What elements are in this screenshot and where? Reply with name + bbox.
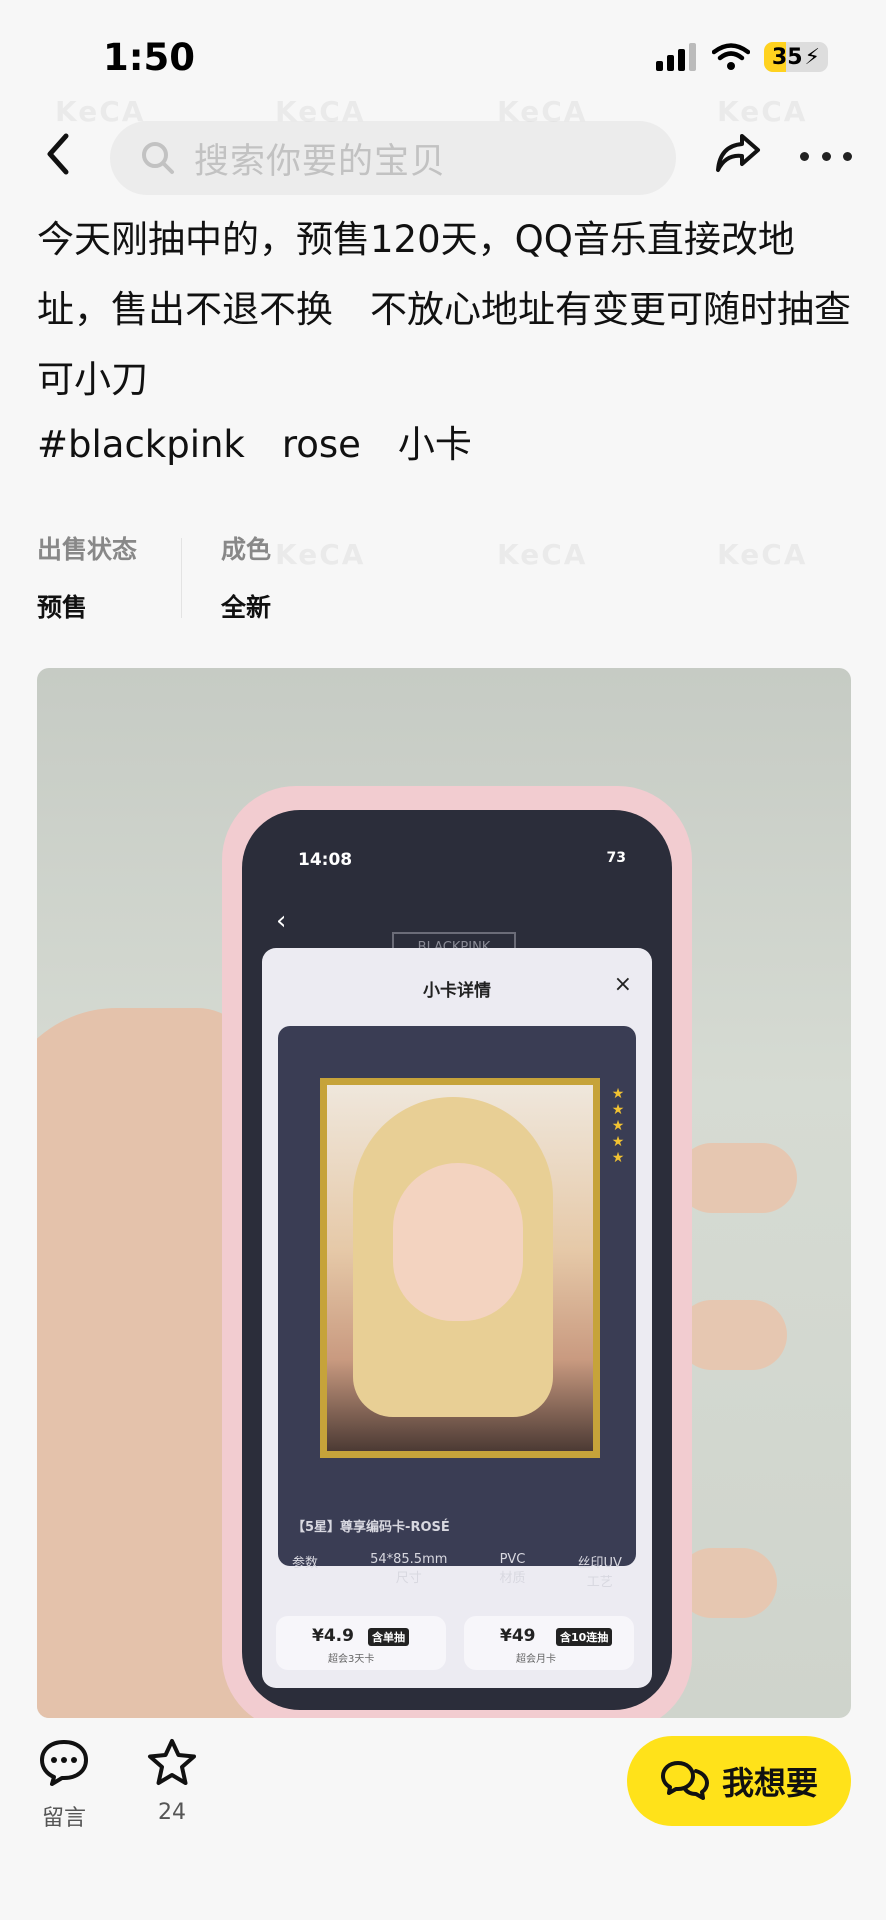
search-input[interactable]: 搜索你要的宝贝 [110, 121, 676, 195]
finger [677, 1300, 787, 1370]
post-description: 今天刚抽中的，预售120天，QQ音乐直接改地址，售出不退不换 不放心地址有变更可… [37, 218, 886, 401]
bottom-action-bar: 留言 24 我想要 [0, 1718, 886, 1920]
favorite-count: 24 [158, 1800, 186, 1825]
photo-modal-title: 小卡详情 [423, 981, 491, 1001]
charging-icon: ⚡ [804, 44, 820, 70]
attr-value: 全新 [221, 593, 272, 622]
battery-percent: 35 [771, 44, 803, 70]
photocard-image [327, 1085, 593, 1451]
watermark: KeCA [55, 95, 146, 128]
back-icon[interactable] [34, 128, 86, 180]
top-nav: 搜索你要的宝贝 [0, 118, 886, 198]
product-photo[interactable]: 14:08 73 ‹ BLACKPINK 小卡详情 × ★★★★★ [37, 668, 851, 1718]
status-icons: 35 ⚡ [655, 42, 828, 72]
photo-tag: 含10连抽 [556, 1628, 613, 1646]
search-placeholder: 搜索你要的宝贝 [194, 141, 447, 182]
photo-card-params: 参数 54*85.5mm 尺寸 PVC 材质 丝印UV 工艺 [292, 1552, 622, 1590]
signal-icon [655, 43, 696, 71]
photo-card-panel: ★★★★★ [278, 1026, 636, 1566]
comment-label: 留言 [41, 1806, 86, 1831]
comment-button[interactable]: 留言 [24, 1738, 104, 1832]
attr-label: 出售状态 [37, 535, 138, 564]
watermark: KeCA [717, 538, 808, 571]
photo-close-icon: × [613, 972, 632, 997]
share-icon[interactable] [712, 128, 764, 180]
favorite-button[interactable]: 24 [132, 1738, 212, 1825]
photo-sub: 超会月卡 [516, 1654, 556, 1665]
photo-phone-battery: 73 [606, 850, 626, 866]
photo-phone-time: 14:08 [298, 850, 353, 870]
photo-craft-label: 工艺 [586, 1575, 613, 1590]
search-icon [142, 142, 174, 174]
divider [181, 538, 182, 618]
attr-condition: 成色 全新 [221, 530, 271, 624]
star-rating: ★★★★★ [610, 1086, 626, 1166]
photo-back-icon: ‹ [276, 906, 287, 936]
more-icon[interactable] [800, 146, 852, 166]
watermark: KeCA [275, 95, 366, 128]
finger [677, 1143, 797, 1213]
phone-screen: 14:08 73 ‹ BLACKPINK 小卡详情 × ★★★★★ [242, 810, 672, 1710]
photo-price: ¥49 [500, 1626, 536, 1646]
star-icon [148, 1739, 196, 1785]
watermark: KeCA [497, 538, 588, 571]
wifi-icon [711, 43, 750, 70]
photo-tag: 含单抽 [368, 1628, 409, 1646]
status-time: 1:50 [103, 36, 196, 79]
photo-buy-ten: ¥49 含10连抽 超会月卡 [464, 1616, 634, 1670]
photo-buy-single: ¥4.9 含单抽 超会3天卡 [276, 1616, 446, 1670]
status-bar: 1:50 35 ⚡ [0, 0, 886, 110]
attr-value: 预售 [37, 593, 88, 622]
attr-label: 成色 [221, 535, 272, 564]
photo-card-name: 【5星】尊享编码卡-ROSÉ [292, 1520, 450, 1535]
photo-sub: 超会3天卡 [328, 1654, 375, 1665]
watermark: KeCA [717, 95, 808, 128]
photo-card-info: 【5星】尊享编码卡-ROSÉ 参数 54*85.5mm 尺寸 PVC 材质 丝印… [278, 1508, 636, 1618]
chat-icon [660, 1761, 709, 1800]
photo-material-label: 材质 [499, 1571, 526, 1586]
photocard-face [393, 1163, 523, 1321]
comment-icon [40, 1740, 88, 1786]
photo-card-modal: 小卡详情 × ★★★★★ 【5星】尊享编码卡-ROSÉ 参数 54*85.5mm… [262, 948, 652, 1688]
photo-craft: 丝印UV [577, 1556, 622, 1571]
attr-sale-status: 出售状态 预售 [37, 530, 137, 624]
photo-size: 54*85.5mm [370, 1552, 448, 1567]
photo-size-label: 尺寸 [395, 1571, 422, 1586]
post-tags[interactable]: #blackpink rose 小卡 [37, 414, 472, 468]
photocard: ★★★★★ [320, 1078, 626, 1458]
want-label: 我想要 [721, 1764, 818, 1802]
watermark: KeCA [497, 95, 588, 128]
battery-indicator: 35 ⚡ [763, 42, 828, 72]
phone-in-photo: 14:08 73 ‹ BLACKPINK 小卡详情 × ★★★★★ [222, 786, 692, 1718]
watermark: KeCA [275, 538, 366, 571]
finger [677, 1548, 777, 1618]
photo-material: PVC [499, 1552, 526, 1567]
photo-param-label: 参数 [292, 1556, 319, 1571]
photo-price: ¥4.9 [312, 1626, 354, 1646]
want-button[interactable]: 我想要 [627, 1736, 851, 1826]
